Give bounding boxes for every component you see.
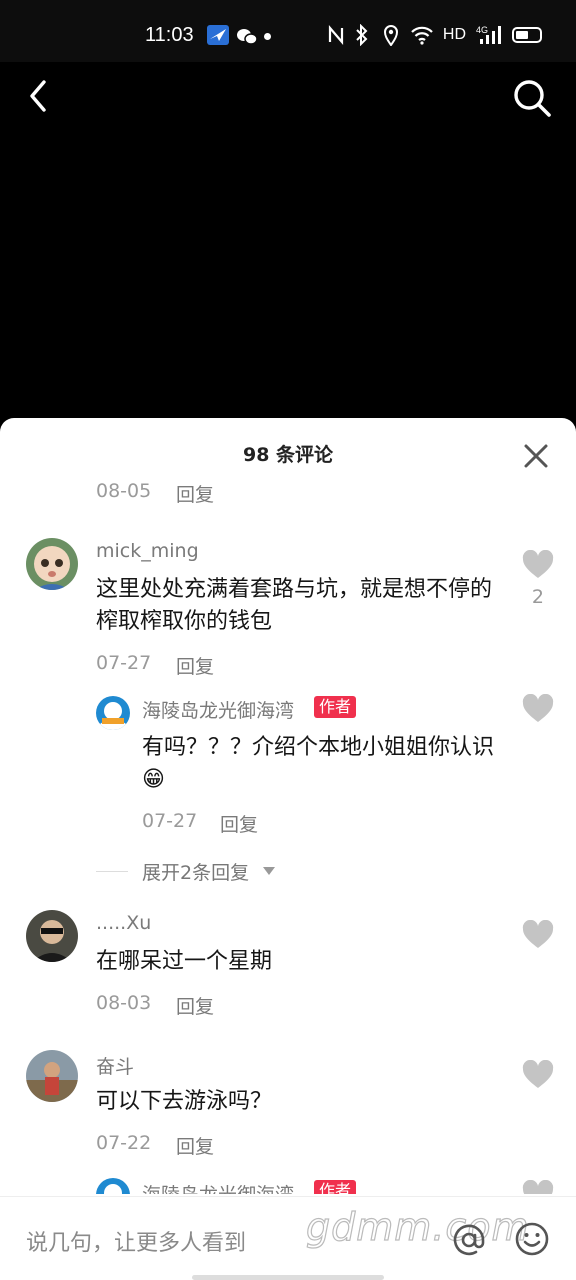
avatar[interactable] bbox=[26, 538, 78, 590]
reply-button[interactable]: 回复 bbox=[176, 480, 214, 507]
comment-input-bar: 说几句，让更多人看到 gdmm.com bbox=[0, 1196, 576, 1280]
status-time: 11:03 bbox=[145, 24, 194, 46]
reply-button[interactable]: 回复 bbox=[176, 992, 214, 1019]
wechat-icon bbox=[236, 28, 258, 45]
bluetooth-icon bbox=[355, 23, 373, 47]
heart-icon bbox=[522, 549, 554, 578]
author-badge: 作者 bbox=[314, 696, 357, 718]
avatar[interactable] bbox=[96, 1178, 130, 1194]
at-icon bbox=[453, 1224, 485, 1256]
signal-icon: 4G bbox=[476, 24, 502, 46]
comment-input[interactable]: 说几句，让更多人看到 bbox=[26, 1225, 246, 1257]
comment-username[interactable]: 海陵岛龙光御海湾 bbox=[142, 696, 294, 723]
chevron-left-icon bbox=[30, 80, 46, 112]
comment-sheet-header: 98 条评论 bbox=[0, 418, 576, 484]
mention-button[interactable] bbox=[452, 1223, 486, 1257]
comment-sheet: 98 条评论 08-05 回复 mick_ming 这里处处充满着套路与坑，就是… bbox=[0, 418, 576, 1280]
status-bar: 11:03 HD 4G bbox=[0, 0, 576, 62]
network-label: HD bbox=[442, 26, 466, 43]
status-icons: HD 4G bbox=[327, 23, 542, 47]
like-button[interactable] bbox=[522, 549, 554, 580]
search-icon bbox=[514, 80, 551, 117]
comment-username[interactable]: 奋斗 bbox=[96, 1052, 134, 1079]
like-button[interactable] bbox=[522, 919, 554, 950]
location-icon bbox=[383, 24, 401, 47]
caret-down-icon bbox=[263, 867, 275, 875]
comment-date: 07-22 bbox=[96, 1132, 152, 1154]
home-indicator bbox=[192, 1275, 384, 1280]
like-button[interactable] bbox=[522, 693, 554, 724]
heart-icon bbox=[522, 919, 554, 948]
avatar[interactable] bbox=[26, 910, 78, 962]
comment-date: 07-27 bbox=[96, 652, 152, 674]
comment-username[interactable]: .....Xu bbox=[96, 912, 151, 934]
nfc-icon bbox=[327, 24, 345, 46]
heart-icon bbox=[522, 693, 554, 722]
like-button[interactable] bbox=[522, 1179, 554, 1194]
heart-icon bbox=[522, 1059, 554, 1088]
heart-icon bbox=[522, 1179, 554, 1194]
comment-date: 07-27 bbox=[142, 810, 198, 832]
comment-username[interactable]: 海陵岛龙光御海湾 bbox=[142, 1180, 294, 1194]
search-button[interactable] bbox=[510, 76, 554, 120]
expand-replies[interactable]: 展开2条回复 bbox=[0, 858, 576, 888]
comment-text: 这里处处充满着套路与坑，就是想不停的榨取榨取你的钱包 bbox=[96, 577, 493, 634]
avatar[interactable] bbox=[26, 1050, 78, 1102]
comment-count-title: 98 条评论 bbox=[242, 444, 334, 466]
watermark: gdmm.com bbox=[305, 1204, 530, 1249]
comment-text: 可以下去游泳吗？ bbox=[96, 1089, 273, 1114]
app-notification-icon bbox=[207, 25, 229, 45]
emoji-button[interactable] bbox=[514, 1221, 550, 1257]
comment-text: 在哪呆过一个星期 bbox=[96, 949, 273, 974]
svg-text:4G: 4G bbox=[476, 25, 488, 35]
comment-text: 有吗？？？介绍个本地小姐姐你认识😁 bbox=[142, 735, 495, 792]
close-button[interactable] bbox=[522, 442, 550, 470]
comment-list[interactable]: 08-05 回复 mick_ming 这里处处充满着套路与坑，就是想不停的榨取榨… bbox=[0, 478, 576, 1194]
comment-date: 08-03 bbox=[96, 992, 152, 1014]
wifi-icon bbox=[411, 24, 433, 46]
close-icon bbox=[524, 444, 548, 468]
comment-username[interactable]: mick_ming bbox=[96, 540, 199, 562]
battery-icon bbox=[512, 27, 542, 43]
divider bbox=[96, 871, 128, 872]
reply-button[interactable]: 回复 bbox=[176, 1132, 214, 1159]
like-count: 2 bbox=[531, 586, 544, 608]
like-button[interactable] bbox=[522, 1059, 554, 1090]
author-badge: 作者 bbox=[314, 1180, 357, 1194]
comment-date: 08-05 bbox=[96, 480, 152, 502]
notification-dot bbox=[264, 33, 271, 40]
emoji-icon bbox=[515, 1222, 549, 1256]
expand-replies-label[interactable]: 展开2条回复 bbox=[142, 858, 249, 885]
avatar[interactable] bbox=[96, 696, 130, 730]
reply-button[interactable]: 回复 bbox=[220, 810, 258, 837]
back-button[interactable] bbox=[22, 76, 62, 116]
reply-button[interactable]: 回复 bbox=[176, 652, 214, 679]
